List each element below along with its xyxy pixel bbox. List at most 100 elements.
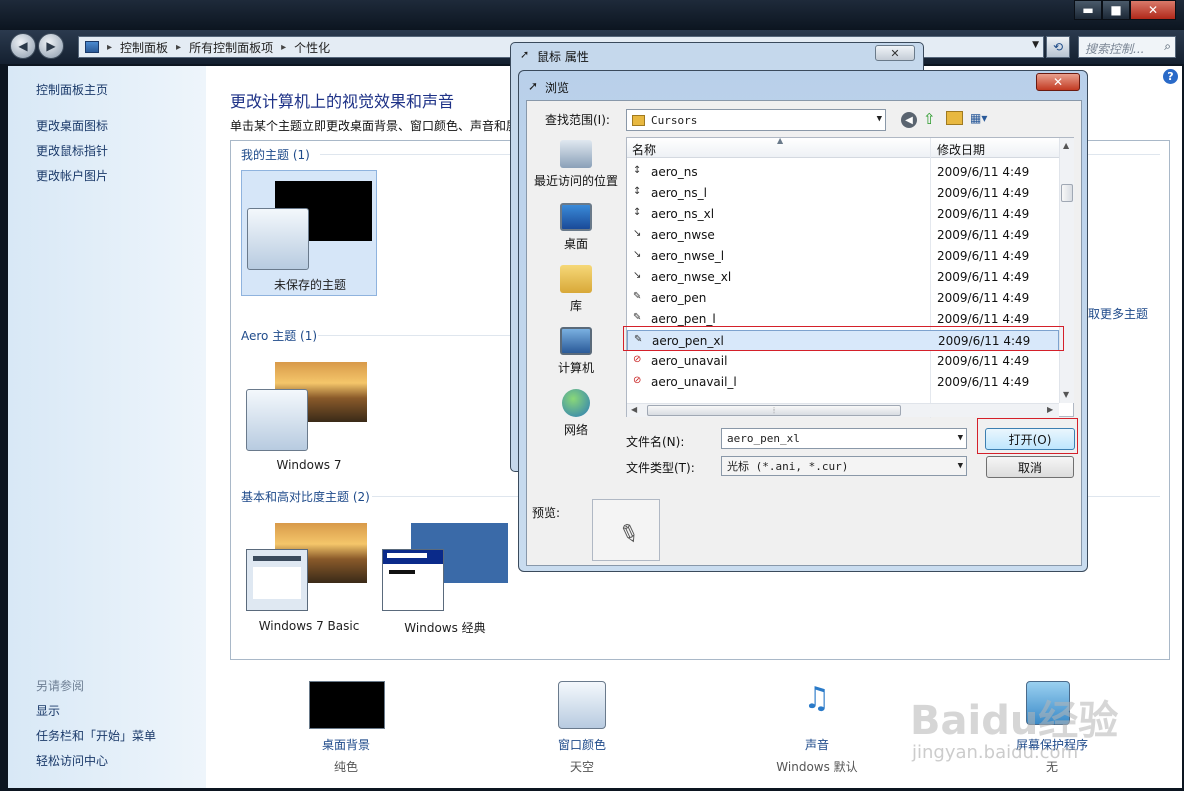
sort-arrow-icon: ▲ <box>777 136 784 145</box>
place-recent[interactable]: 最近访问的位置 <box>530 140 622 189</box>
file-row[interactable]: ↘ aero_nwse_l 2009/6/11 4:49 <box>627 246 1059 267</box>
file-row[interactable]: ⊘ aero_unavail_l 2009/6/11 4:49 <box>627 372 1059 393</box>
chevron-down-icon[interactable]: ▼ <box>1032 40 1039 50</box>
page-subtitle: 单击某个主题立即更改桌面背景、窗口颜色、声音和屏 <box>230 119 519 133</box>
cursor-file-icon: ↘ <box>633 249 642 260</box>
see-also-display[interactable]: 显示 <box>36 702 60 719</box>
file-name: aero_ns_xl <box>651 207 715 221</box>
scroll-left-icon[interactable]: ◀ <box>631 405 637 414</box>
file-list[interactable]: 名称 ▲ 修改日期 ↕ aero_ns 2009/6/11 4:49 ↕ aero_ns… <box>626 136 1074 418</box>
close-button[interactable]: ✕ <box>1130 0 1176 20</box>
desktop-background-icon[interactable] <box>309 681 385 729</box>
preview-label: 预览: <box>532 506 561 520</box>
see-also-taskbar[interactable]: 任务栏和「开始」菜单 <box>36 727 156 744</box>
file-name: aero_pen_l <box>651 312 716 326</box>
file-row[interactable]: ✎ aero_pen 2009/6/11 4:49 <box>627 288 1059 309</box>
theme-windows-7-basic[interactable]: Windows 7 Basic <box>244 521 374 636</box>
sidebar-link-account-picture[interactable]: 更改帐户图片 <box>36 167 108 184</box>
place-network[interactable]: 网络 <box>530 389 622 438</box>
recent-places-icon <box>560 140 592 168</box>
breadcrumb-separator-icon: ▸ <box>107 41 113 53</box>
forward-button[interactable]: ▶ <box>38 33 64 59</box>
see-also-ease-of-access[interactable]: 轻松访问中心 <box>36 752 108 769</box>
breadcrumb-item[interactable]: 个性化 <box>294 39 330 56</box>
place-desktop[interactable]: 桌面 <box>530 203 622 252</box>
theme-window-preview <box>246 549 308 611</box>
filename-label: 文件名(N): <box>626 435 685 449</box>
cursor-file-icon: ↕ <box>633 186 642 197</box>
scroll-thumb[interactable]: ⦙ <box>647 405 901 416</box>
file-row[interactable]: ⊘ aero_unavail 2009/6/11 4:49 <box>627 351 1059 372</box>
sound-value: Windows 默认 <box>776 760 858 774</box>
filetype-dropdown[interactable]: 光标 (*.ani, *.cur) ▼ <box>721 456 967 476</box>
vertical-scrollbar[interactable]: ▲ ▼ <box>1059 138 1074 403</box>
close-button[interactable]: ✕ <box>875 45 915 61</box>
search-icon[interactable]: ⌕ <box>1164 39 1171 54</box>
scroll-up-icon[interactable]: ▲ <box>1063 141 1069 150</box>
help-icon[interactable]: ? <box>1163 69 1178 84</box>
breadcrumb-item[interactable]: 控制面板 <box>120 39 168 56</box>
search-input[interactable]: 搜索控制... ⌕ <box>1078 36 1176 58</box>
cursor-file-icon: ↕ <box>633 165 642 176</box>
theme-unsaved[interactable]: 未保存的主题 <box>241 170 377 296</box>
file-row[interactable]: ↘ aero_nwse 2009/6/11 4:49 <box>627 225 1059 246</box>
open-button[interactable]: 打开(O) <box>985 428 1075 450</box>
look-in-dropdown[interactable]: Cursors ▼ <box>626 109 886 131</box>
back-button[interactable]: ◀ <box>10 33 36 59</box>
sidebar-link-mouse-pointers[interactable]: 更改鼠标指针 <box>36 142 108 159</box>
file-row[interactable]: ↕ aero_ns_l 2009/6/11 4:49 <box>627 183 1059 204</box>
column-header-date[interactable]: 修改日期 <box>937 141 985 158</box>
filename-input[interactable]: aero_pen_xl ▼ <box>721 428 967 449</box>
theme-windows-7[interactable]: Windows 7 <box>244 360 374 475</box>
close-button[interactable]: ✕ <box>1036 73 1080 91</box>
file-row[interactable]: ↕ aero_ns_xl 2009/6/11 4:49 <box>627 204 1059 225</box>
sidebar-link-control-panel-home[interactable]: 控制面板主页 <box>36 81 108 98</box>
breadcrumb-item[interactable]: 所有控制面板项 <box>189 39 273 56</box>
place-libraries[interactable]: 库 <box>530 265 622 314</box>
cursor-file-icon: ⊘ <box>633 375 642 386</box>
view-menu-icon[interactable]: ▦▾ <box>970 111 987 125</box>
theme-label: Windows 7 <box>276 458 342 472</box>
column-header-name[interactable]: 名称 <box>632 141 656 158</box>
desktop-background-link[interactable]: 桌面背景 <box>296 736 396 753</box>
file-name: aero_nwse_xl <box>651 270 732 284</box>
file-row[interactable]: ↘ aero_nwse_xl 2009/6/11 4:49 <box>627 267 1059 288</box>
look-in-label: 查找范围(I): <box>545 113 610 127</box>
back-icon[interactable]: ◀ <box>901 112 917 128</box>
mouse-pointer-icon: ➚ <box>520 48 530 61</box>
scroll-right-icon[interactable]: ▶ <box>1047 405 1053 414</box>
refresh-button[interactable]: ⟲ <box>1046 36 1070 58</box>
scroll-thumb[interactable] <box>1061 184 1073 202</box>
new-folder-icon[interactable] <box>946 111 963 125</box>
theme-windows-classic[interactable]: Windows 经典 <box>380 521 510 636</box>
chevron-down-icon[interactable]: ▼ <box>958 433 963 443</box>
place-label: 最近访问的位置 <box>533 174 618 188</box>
filetype-label: 文件类型(T): <box>626 461 695 475</box>
file-row[interactable]: ↕ aero_ns 2009/6/11 4:49 <box>627 162 1059 183</box>
cursor-file-icon: ↘ <box>633 228 642 239</box>
sound-icon[interactable]: ♫ <box>793 681 841 729</box>
breadcrumb-separator-icon: ▸ <box>281 41 287 53</box>
theme-label: 未保存的主题 <box>273 278 346 292</box>
filetype-value: 光标 (*.ani, *.cur) <box>727 460 849 473</box>
maximize-button[interactable]: ■ <box>1102 0 1130 20</box>
minimize-button[interactable]: ▬ <box>1074 0 1102 20</box>
watermark-logo: Baidu经验 <box>910 698 1119 744</box>
see-also-heading: 另请参阅 <box>36 679 85 693</box>
cursor-preview: ✎ <box>592 499 660 561</box>
window-color-link[interactable]: 窗口颜色 <box>532 736 632 753</box>
chevron-down-icon: ▼ <box>957 461 963 471</box>
group-heading-basic: 基本和高对比度主题 (2) <box>241 490 370 504</box>
window-color-icon[interactable] <box>558 681 606 729</box>
place-computer[interactable]: 计算机 <box>530 327 622 376</box>
up-folder-icon[interactable]: ⇧ <box>923 110 936 128</box>
cancel-button[interactable]: 取消 <box>986 456 1074 478</box>
horizontal-scrollbar[interactable]: ◀ ⦙ ▶ <box>627 403 1059 417</box>
sound-link[interactable]: 声音 <box>767 736 867 753</box>
get-more-themes-link[interactable]: 取更多主题 <box>1088 305 1148 322</box>
sidebar-link-desktop-icons[interactable]: 更改桌面图标 <box>36 117 108 134</box>
file-date: 2009/6/11 4:49 <box>937 249 1030 263</box>
scroll-down-icon[interactable]: ▼ <box>1063 390 1069 399</box>
file-date: 2009/6/11 4:49 <box>937 228 1030 242</box>
highlight-selected-file <box>623 326 1064 351</box>
